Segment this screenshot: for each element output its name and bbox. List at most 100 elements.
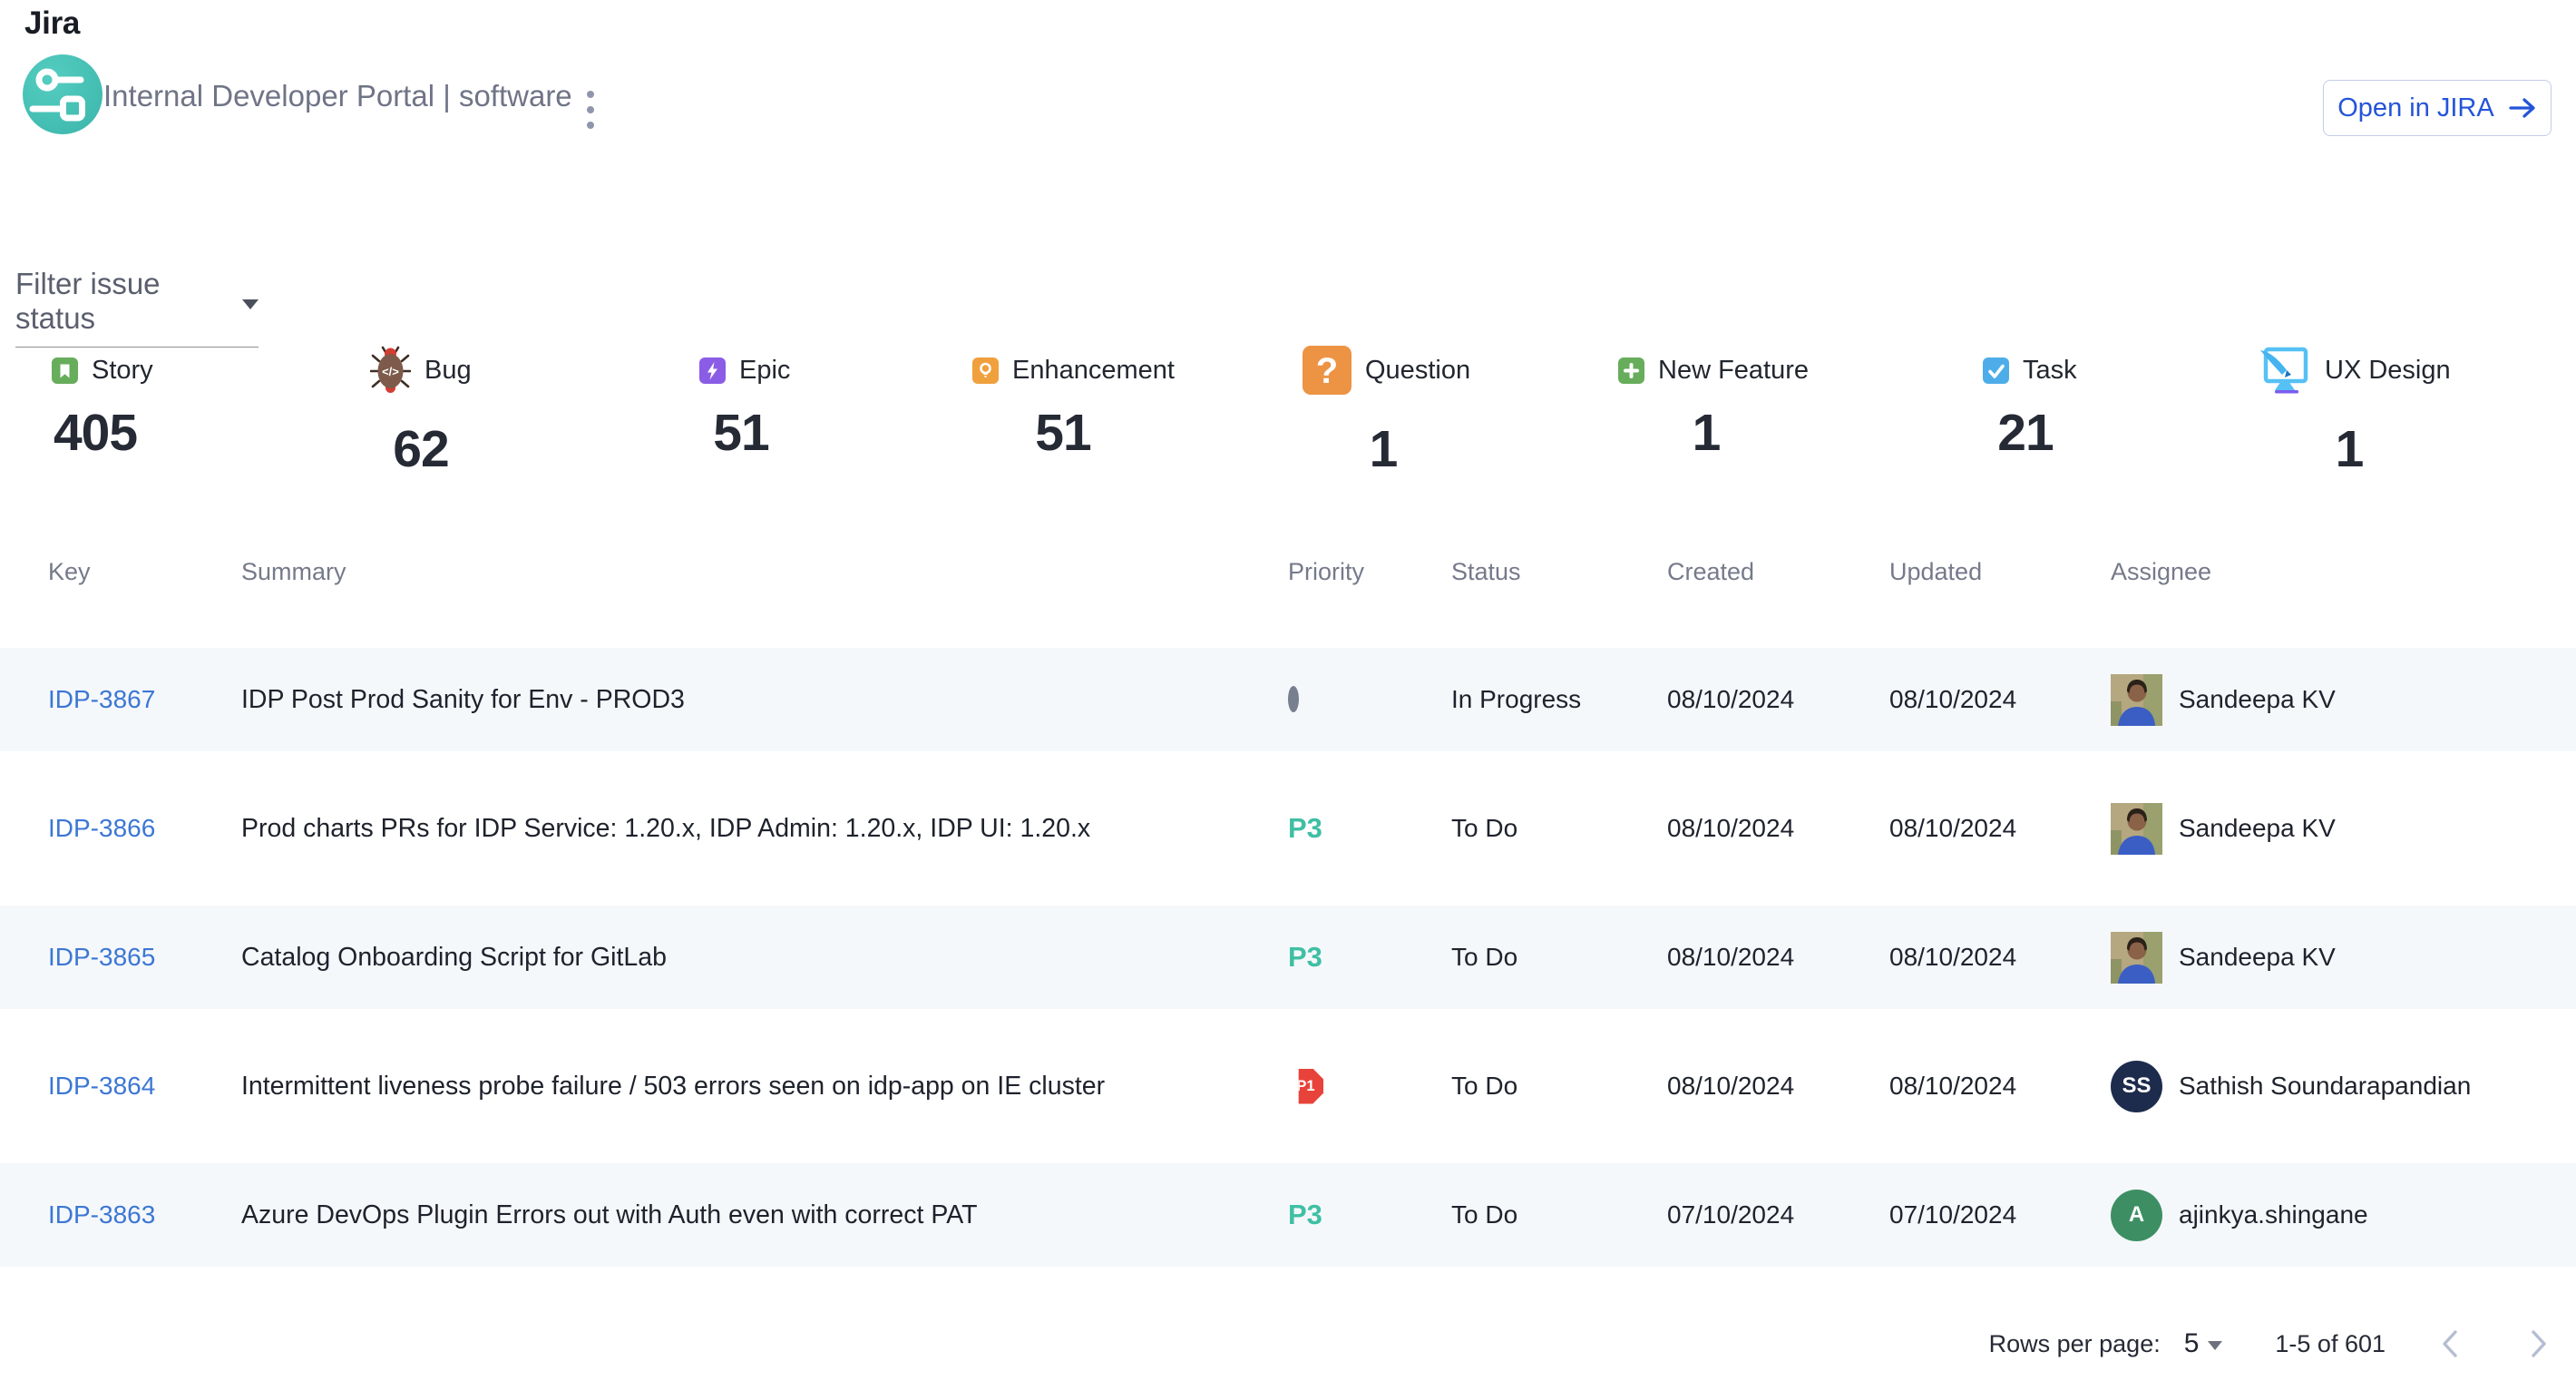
- counter-label: UX Design: [2325, 356, 2451, 386]
- arrow-right-icon: [2508, 96, 2537, 120]
- assignee-avatar-initials: SS: [2111, 1061, 2162, 1112]
- pagination-range-label: 1-5 of 601: [2275, 1330, 2386, 1358]
- column-header-updated: Updated: [1889, 558, 2111, 586]
- column-header-key: Key: [48, 558, 241, 586]
- issue-key-link[interactable]: IDP-3863: [48, 1200, 241, 1229]
- project-name: Internal Developer Portal | software: [103, 78, 572, 114]
- issue-type-counters: Story 405 </> Bug: [0, 343, 2576, 515]
- issue-updated-date: 08/10/2024: [1889, 943, 2111, 972]
- column-header-priority: Priority: [1288, 558, 1451, 586]
- counter-label: Bug: [424, 356, 472, 386]
- chevron-right-icon: [2526, 1328, 2550, 1359]
- rows-per-page-value: 5: [2184, 1328, 2200, 1359]
- issue-key-link[interactable]: IDP-3865: [48, 943, 241, 972]
- story-icon: [52, 357, 78, 384]
- issue-updated-date: 07/10/2024: [1889, 1200, 2111, 1229]
- column-header-summary: Summary: [241, 558, 1288, 586]
- question-icon: ?: [1303, 346, 1351, 395]
- priority-p3-label: P3: [1288, 812, 1322, 844]
- issue-key-link[interactable]: IDP-3867: [48, 685, 241, 714]
- table-row: IDP-3863 Azure DevOps Plugin Errors out …: [0, 1151, 2576, 1279]
- counter-question: ? Question 1: [1303, 343, 1464, 479]
- issue-summary: IDP Post Prod Sanity for Env - PROD3: [241, 685, 1288, 715]
- assignee-name: ajinkya.shingane: [2179, 1200, 2368, 1229]
- issue-created-date: 07/10/2024: [1667, 1200, 1889, 1229]
- issue-summary: Prod charts PRs for IDP Service: 1.20.x,…: [241, 814, 1288, 844]
- counter-label: Epic: [739, 356, 790, 386]
- assignee-avatar-photo: [2111, 674, 2162, 726]
- counter-value: 21: [1983, 403, 2068, 463]
- pagination-bar: Rows per page: 5 1-5 of 601: [0, 1312, 2560, 1376]
- open-in-jira-label: Open in JIRA: [2337, 93, 2493, 123]
- table-row: IDP-3865 Catalog Onboarding Script for G…: [0, 893, 2576, 1022]
- priority-none-ring-icon: [1288, 686, 1299, 712]
- assignee-name: Sathish Soundarapandian: [2179, 1072, 2471, 1101]
- issue-updated-date: 08/10/2024: [1889, 1072, 2111, 1101]
- issue-status: To Do: [1451, 814, 1667, 843]
- kebab-menu-icon: [584, 87, 597, 134]
- table-row: IDP-3867 IDP Post Prod Sanity for Env - …: [0, 635, 2576, 764]
- issue-created-date: 08/10/2024: [1667, 814, 1889, 843]
- counter-epic: Epic 51: [699, 343, 783, 463]
- previous-page-button[interactable]: [2429, 1322, 2473, 1366]
- new-feature-icon: [1618, 357, 1644, 384]
- next-page-button[interactable]: [2516, 1322, 2560, 1366]
- chevron-down-icon: [242, 299, 259, 309]
- table-row: IDP-3866 Prod charts PRs for IDP Service…: [0, 764, 2576, 893]
- issue-updated-date: 08/10/2024: [1889, 814, 2111, 843]
- counter-task: Task 21: [1983, 343, 2068, 463]
- counter-label: Enhancement: [1012, 356, 1175, 386]
- counter-label: Story: [92, 356, 153, 386]
- counter-value: 51: [699, 403, 783, 463]
- issue-key-link[interactable]: IDP-3864: [48, 1072, 241, 1101]
- bug-icon: </>: [370, 346, 411, 395]
- filter-issue-status-select[interactable]: Filter issue status: [15, 267, 259, 348]
- counter-value: 1: [1618, 403, 1794, 463]
- column-header-created: Created: [1667, 558, 1889, 586]
- issue-status: To Do: [1451, 1072, 1667, 1101]
- priority-p1-badge: P1: [1288, 1069, 1323, 1104]
- column-header-assignee: Assignee: [2111, 558, 2576, 586]
- rows-per-page-select[interactable]: 5: [2184, 1328, 2223, 1359]
- assignee-avatar-photo: [2111, 932, 2162, 984]
- counter-label: Task: [2023, 356, 2077, 386]
- issue-updated-date: 08/10/2024: [1889, 685, 2111, 714]
- issue-created-date: 08/10/2024: [1667, 943, 1889, 972]
- issue-summary: Intermittent liveness probe failure / 50…: [241, 1072, 1288, 1102]
- counter-value: 1: [2259, 419, 2440, 479]
- issues-table-header: Key Summary Priority Status Created Upda…: [0, 544, 2576, 599]
- issue-created-date: 08/10/2024: [1667, 1072, 1889, 1101]
- counter-value: 62: [370, 419, 472, 479]
- ux-design-icon: [2259, 347, 2311, 394]
- issue-status: To Do: [1451, 1200, 1667, 1229]
- issue-key-link[interactable]: IDP-3866: [48, 814, 241, 843]
- svg-text:</>: </>: [382, 365, 399, 378]
- counter-label: Question: [1365, 356, 1470, 386]
- issues-table-body: IDP-3867 IDP Post Prod Sanity for Env - …: [0, 635, 2576, 1279]
- chevron-down-icon: [2208, 1341, 2222, 1350]
- assignee-name: Sandeepa KV: [2179, 943, 2336, 972]
- counter-value: 405: [52, 403, 139, 463]
- assignee-avatar-photo: [2111, 803, 2162, 855]
- issue-status: To Do: [1451, 943, 1667, 972]
- counter-ux-design: UX Design 1: [2259, 343, 2440, 479]
- issue-created-date: 08/10/2024: [1667, 685, 1889, 714]
- kebab-menu-button[interactable]: [577, 85, 604, 136]
- counter-enhancement: Enhancement 51: [972, 343, 1154, 463]
- counter-label: New Feature: [1658, 356, 1809, 386]
- assignee-name: Sandeepa KV: [2179, 814, 2336, 843]
- counter-bug: </> Bug 62: [370, 343, 472, 479]
- table-row: IDP-3864 Intermittent liveness probe fai…: [0, 1022, 2576, 1151]
- assignee-name: Sandeepa KV: [2179, 685, 2336, 714]
- open-in-jira-button[interactable]: Open in JIRA: [2323, 80, 2552, 136]
- counter-value: 51: [972, 403, 1154, 463]
- counter-new-feature: New Feature 1: [1618, 343, 1794, 463]
- priority-p3-label: P3: [1288, 1199, 1322, 1230]
- counter-value: 1: [1303, 419, 1464, 479]
- issue-summary: Azure DevOps Plugin Errors out with Auth…: [241, 1200, 1288, 1230]
- enhancement-icon: [972, 357, 999, 384]
- svg-text:?: ?: [1316, 351, 1338, 391]
- issue-summary: Catalog Onboarding Script for GitLab: [241, 943, 1288, 973]
- chevron-left-icon: [2439, 1328, 2463, 1359]
- pipeline-logo-icon: [23, 54, 102, 134]
